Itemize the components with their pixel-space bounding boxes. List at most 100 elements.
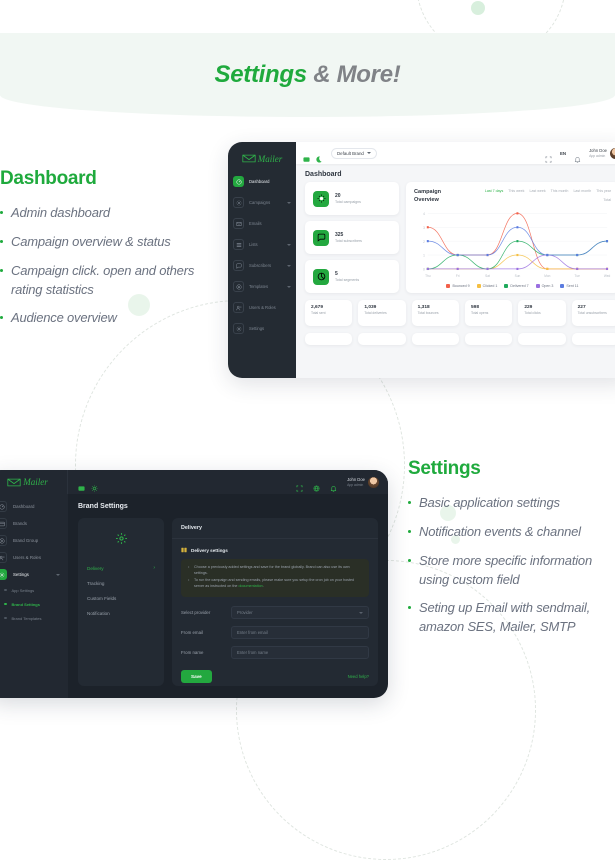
feature-block-dashboard: Dashboard Admin dashboard Campaign overv…: [0, 168, 205, 338]
chart-tab[interactable]: This month: [551, 189, 569, 193]
language-selector[interactable]: EN: [560, 151, 566, 156]
from-name-input[interactable]: Enter from name: [231, 646, 369, 660]
sidebar-item-label: Dashboard: [249, 179, 270, 184]
feature-title-settings: Settings: [408, 458, 481, 479]
user-role: App admin: [347, 482, 364, 487]
section-link-tracking[interactable]: Tracking: [87, 576, 155, 591]
mini-stat-label: Total sent: [311, 311, 326, 315]
select-provider-dropdown[interactable]: Provider: [231, 606, 369, 620]
stat-value: 5: [335, 271, 338, 277]
sidebar-item-label: Brand Group: [13, 538, 39, 543]
field-value: Enter from email: [237, 630, 268, 636]
dashboard-main: Default Brand EN John Doe App admin Dash…: [296, 142, 615, 378]
legend-swatch-icon: [560, 284, 565, 288]
dashboard-screenshot: Mailer Dashboard Campaigns Emails Lists Subs…: [228, 142, 615, 378]
topbar-right: EN John Doe App admin: [545, 147, 615, 163]
sidebar-subitem-app-settings[interactable]: App Settings: [0, 583, 68, 597]
moon-icon[interactable]: [315, 150, 322, 163]
app-logo: Mailer: [0, 470, 68, 494]
chevron-up-icon: [56, 573, 60, 576]
bell-icon[interactable]: [330, 479, 337, 492]
stat-label: Total campaigns: [335, 200, 361, 204]
avatar[interactable]: [610, 147, 615, 159]
sidebar-item-settings[interactable]: Settings: [0, 566, 68, 583]
sidebar-item-dashboard[interactable]: Dashboard: [228, 172, 296, 191]
legend-item[interactable]: Bounced 9: [446, 284, 470, 288]
feature-list-dashboard: Admin dashboard Campaign overview & stat…: [0, 204, 205, 328]
chart-title: Campaign Overview: [414, 189, 442, 203]
chart-tab[interactable]: Last week: [529, 189, 545, 193]
chart-tab[interactable]: This year: [596, 189, 611, 193]
section-link-delivery[interactable]: Delivery ›: [87, 560, 155, 576]
menu-icon[interactable]: [303, 150, 310, 162]
sidebar-subitem-brand-templates[interactable]: Brand Templates: [0, 611, 68, 625]
legend-swatch-icon: [476, 284, 481, 288]
sidebar-item-lists[interactable]: Lists: [228, 235, 296, 254]
chart-tab[interactable]: Last month: [573, 189, 591, 193]
svg-text:3: 3: [423, 226, 425, 230]
user-menu[interactable]: John Doe App admin: [347, 476, 379, 488]
chat-icon: [313, 229, 329, 246]
chart-tab[interactable]: This week: [508, 189, 524, 193]
sidebar-item-campaigns[interactable]: Campaigns: [228, 193, 296, 212]
sidebar-item-templates[interactable]: Templates: [228, 277, 296, 296]
language-icon[interactable]: [313, 479, 320, 491]
megaphone-icon: [313, 190, 329, 207]
sidebar-item-dashboard[interactable]: Dashboard: [0, 498, 68, 515]
from-email-input[interactable]: Enter from email: [231, 626, 369, 640]
dashboard-sidebar: Mailer Dashboard Campaigns Emails Lists Subs…: [228, 142, 296, 378]
stat-value: 20: [335, 193, 341, 199]
segment-icon: [313, 268, 329, 285]
legend-item[interactable]: Open 3: [535, 284, 554, 288]
need-help-link[interactable]: Need help?: [348, 674, 369, 679]
app-logo: Mailer: [228, 142, 296, 170]
sidebar-item-brands[interactable]: Brands: [0, 515, 68, 532]
legend-label: Open 3: [541, 284, 554, 288]
section-link-notification[interactable]: Notification: [87, 606, 155, 621]
feature-title-dashboard: Dashboard: [0, 168, 97, 189]
legend-item[interactable]: Sent 11: [560, 284, 579, 288]
mini-stat-card: [571, 333, 615, 345]
chat-icon: [233, 260, 244, 271]
sidebar-item-subscribers[interactable]: Subscribers: [228, 256, 296, 275]
mini-stats-row: 2,679 Total sent 1,039 Total deliveries 1,31…: [296, 293, 615, 326]
fullscreen-icon[interactable]: [545, 150, 552, 162]
legend-swatch-icon: [504, 284, 509, 288]
gauge-icon: [233, 176, 244, 187]
avatar[interactable]: [368, 476, 379, 488]
section-link-custom-fields[interactable]: Custom Fields: [87, 591, 155, 606]
gauge-icon: [0, 501, 7, 512]
sidebar-subitem-brand-settings[interactable]: Brand Settings: [0, 597, 68, 611]
save-button[interactable]: Save: [181, 670, 212, 684]
fullscreen-icon[interactable]: [296, 479, 303, 491]
sidebar-item-label: Users & Roles: [249, 305, 276, 310]
documentation-link[interactable]: documentation: [238, 584, 262, 588]
sidebar-item-label: Subscribers: [249, 263, 272, 268]
settings-topbar-left-icons: [68, 479, 98, 492]
chart-tab[interactable]: Total: [603, 198, 611, 202]
chart-tab[interactable]: Last 7 days: [485, 189, 503, 193]
sidebar-item-users-roles[interactable]: Users & Roles: [228, 298, 296, 317]
stat-card-column: 20 Total campaigns 325 Total subscribers 5 To…: [305, 182, 399, 293]
chart-header: Campaign Overview Last 7 days This week La…: [414, 189, 611, 204]
brand-select[interactable]: Default Brand: [331, 147, 377, 159]
legend-swatch-icon: [446, 284, 451, 288]
bullet-icon: [4, 602, 7, 606]
sidebar-item-users-roles[interactable]: Users & Roles: [0, 549, 68, 566]
chart-range-tabs: Last 7 days This week Last week This month L…: [481, 189, 611, 202]
sun-icon[interactable]: [91, 479, 98, 492]
user-menu[interactable]: John Doe App admin: [589, 147, 615, 159]
app-logo-text: Mailer: [257, 153, 283, 164]
sidebar-item-settings[interactable]: Settings: [228, 319, 296, 338]
field-label: From email: [181, 630, 203, 636]
settings-nav-list: Dashboard Brands Brand Group Users & Roles S…: [0, 498, 68, 583]
list-item: Campaign overview & status: [0, 233, 205, 252]
legend-item[interactable]: Delivered 7: [504, 284, 529, 288]
sidebar-item-brand-group[interactable]: Brand Group: [0, 532, 68, 549]
bell-icon[interactable]: [574, 150, 581, 163]
sidebar-item-emails[interactable]: Emails: [228, 214, 296, 233]
legend-item[interactable]: Clicked 1: [476, 284, 497, 288]
menu-icon[interactable]: [78, 479, 85, 491]
mini-stat-label: Total deliveries: [364, 311, 387, 315]
list-item: Audience overview: [0, 309, 205, 328]
